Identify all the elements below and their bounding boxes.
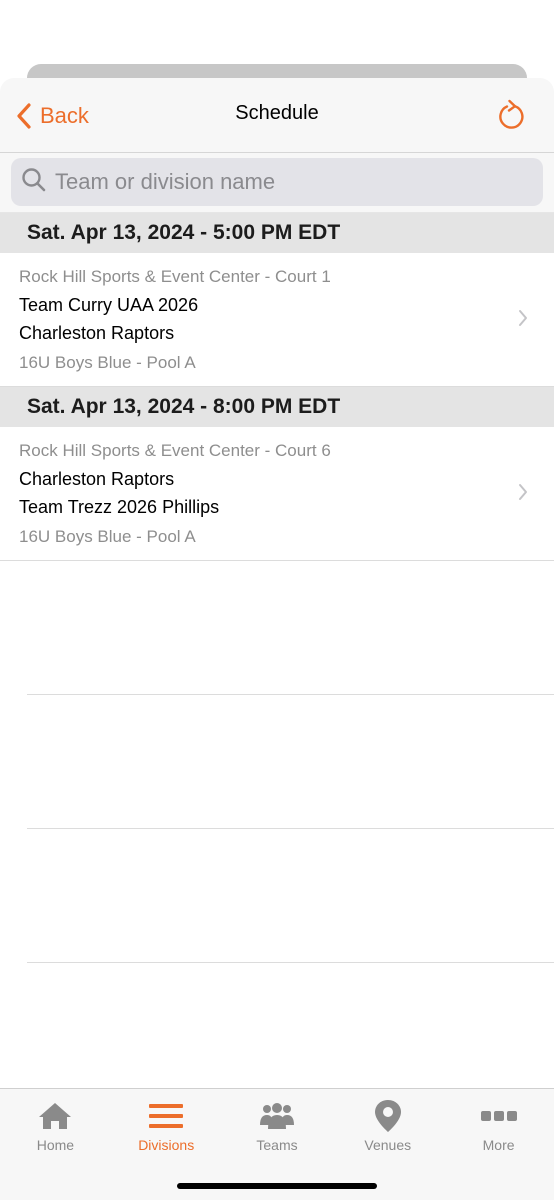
map-pin-icon: [374, 1099, 402, 1133]
home-indicator[interactable]: [177, 1183, 377, 1189]
search-bar: [0, 153, 554, 213]
tab-label: Home: [36, 1137, 75, 1153]
game-row[interactable]: Rock Hill Sports & Event Center - Court …: [0, 253, 554, 387]
chevron-right-icon: [518, 309, 528, 332]
refresh-button[interactable]: [496, 98, 526, 130]
schedule-sheet: Back Schedule Sat. Apr 13, 2024 - 5:00 P…: [0, 78, 554, 1200]
tab-divisions[interactable]: Divisions: [111, 1089, 222, 1165]
game-team-2: Team Trezz 2026 Phillips: [19, 497, 220, 517]
tab-home[interactable]: Home: [0, 1089, 111, 1165]
tab-teams[interactable]: Teams: [222, 1089, 333, 1165]
tab-bar: Home Divisions Teams Venues More: [0, 1088, 554, 1200]
tab-label: Venues: [364, 1137, 412, 1153]
navigation-bar: Back Schedule: [0, 78, 554, 153]
people-icon: [258, 1099, 296, 1133]
list-icon: [148, 1099, 184, 1133]
empty-row: [27, 829, 554, 963]
tab-venues[interactable]: Venues: [332, 1089, 443, 1165]
refresh-icon: [496, 99, 526, 134]
more-dots-icon: [480, 1099, 518, 1133]
search-icon: [21, 167, 47, 198]
tab-more[interactable]: More: [443, 1089, 554, 1165]
chevron-right-icon: [518, 483, 528, 506]
section-header-datetime: Sat. Apr 13, 2024 - 5:00 PM EDT: [0, 213, 554, 253]
tab-label: Teams: [256, 1137, 298, 1153]
schedule-list: Sat. Apr 13, 2024 - 5:00 PM EDT Rock Hil…: [0, 213, 554, 963]
page-title: Schedule: [235, 102, 319, 124]
search-input[interactable]: [55, 169, 515, 195]
home-icon: [37, 1099, 73, 1133]
tab-label: More: [482, 1137, 515, 1153]
game-division: 16U Boys Blue - Pool A: [19, 527, 196, 546]
game-venue: Rock Hill Sports & Event Center - Court …: [19, 267, 331, 286]
section-header-datetime: Sat. Apr 13, 2024 - 8:00 PM EDT: [0, 387, 554, 427]
search-field[interactable]: [11, 158, 543, 206]
game-team-1: Team Curry UAA 2026: [19, 295, 199, 315]
game-row[interactable]: Rock Hill Sports & Event Center - Court …: [0, 427, 554, 561]
game-venue: Rock Hill Sports & Event Center - Court …: [19, 441, 331, 460]
empty-row: [27, 695, 554, 829]
game-team-1: Charleston Raptors: [19, 469, 175, 489]
tab-label: Divisions: [138, 1137, 195, 1153]
empty-row: [27, 561, 554, 695]
game-team-2: Charleston Raptors: [19, 323, 175, 343]
game-division: 16U Boys Blue - Pool A: [19, 353, 196, 372]
